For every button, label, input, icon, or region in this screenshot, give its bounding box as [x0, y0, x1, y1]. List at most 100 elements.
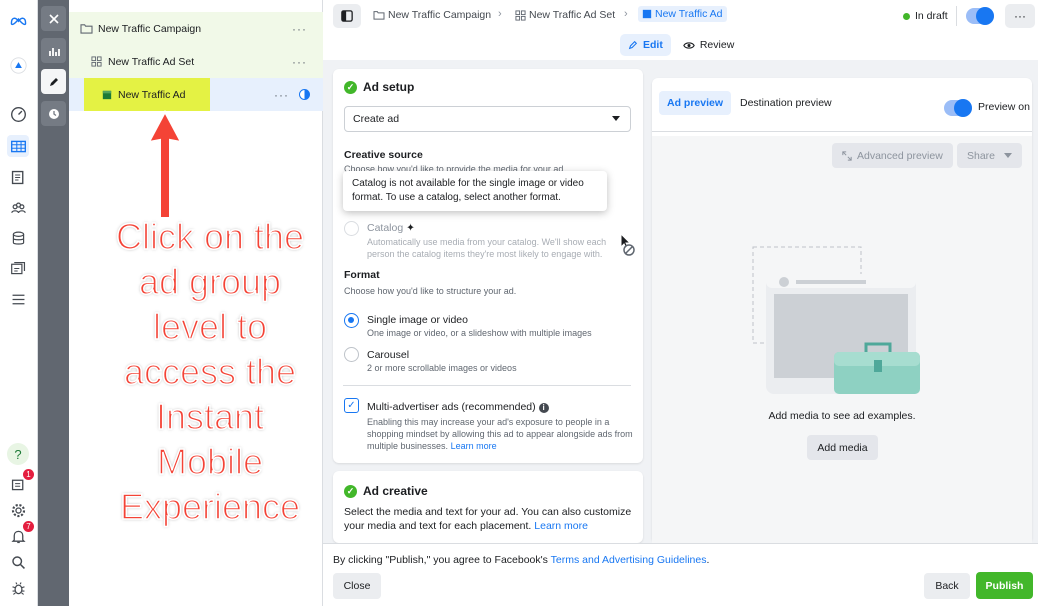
- more-dots-icon: ···: [1014, 9, 1026, 23]
- ad-creative-learn-more-link[interactable]: Learn more: [534, 520, 588, 532]
- create-ad-select[interactable]: Create ad: [344, 106, 631, 132]
- publish-button[interactable]: Publish: [976, 572, 1033, 599]
- edit-review-tabs: Edit Review: [620, 33, 742, 57]
- breadcrumb-campaign[interactable]: New Traffic Campaign: [373, 9, 491, 21]
- preview-on-toggle[interactable]: [944, 99, 972, 117]
- multi-advertiser-option: Multi-advertiser ads (recommended) i: [367, 401, 549, 413]
- header-more-button[interactable]: ···: [1005, 4, 1035, 28]
- format-sub: Choose how you'd like to structure your …: [344, 286, 517, 296]
- empty-preview-text: Add media to see ad examples.: [768, 410, 916, 422]
- breadcrumb-campaign-label: New Traffic Campaign: [388, 9, 492, 21]
- tree-campaign-label: New Traffic Campaign: [98, 22, 202, 35]
- tab-ad-preview[interactable]: Ad preview: [659, 91, 732, 115]
- close-button[interactable]: Close: [333, 573, 381, 599]
- advanced-preview-button[interactable]: Advanced preview: [832, 143, 953, 168]
- notifications-icon[interactable]: 1: [7, 469, 34, 495]
- tab-destination-preview[interactable]: Destination preview: [732, 91, 840, 115]
- alerts-bell-icon[interactable]: 7: [7, 521, 34, 547]
- ad-icon: [102, 90, 112, 99]
- editor-tool-rail: [38, 0, 69, 606]
- toggle-tree-button[interactable]: [333, 4, 361, 28]
- settings-gear-icon[interactable]: [7, 499, 29, 521]
- report-bug-icon[interactable]: [7, 577, 29, 599]
- ads-manager-table-icon[interactable]: [7, 135, 29, 157]
- terms-link[interactable]: Terms and Advertising Guidelines: [551, 554, 707, 566]
- tab-edit-label: Edit: [643, 39, 663, 51]
- edit-mode-button[interactable]: [41, 69, 66, 94]
- editor-header: New Traffic Campaign › New Traffic Ad Se…: [323, 0, 1038, 32]
- share-button[interactable]: Share: [957, 143, 1023, 168]
- creative-source-label: Creative source: [344, 149, 423, 161]
- complete-check-icon: ✓: [344, 80, 357, 94]
- catalog-radio[interactable]: [344, 221, 359, 236]
- media-library-icon[interactable]: [7, 257, 29, 279]
- header-divider: [956, 6, 957, 26]
- add-media-button[interactable]: Add media: [807, 435, 878, 460]
- campaign-more-icon[interactable]: ···: [292, 22, 307, 36]
- breadcrumb-ad-label: New Traffic Ad: [655, 8, 723, 20]
- tree-item-adset[interactable]: New Traffic Ad Set ···: [69, 45, 323, 78]
- empty-preview-illustration: [752, 246, 920, 394]
- single-image-radio[interactable]: [344, 313, 359, 328]
- account-avatar-icon[interactable]: [7, 54, 29, 76]
- audiences-icon[interactable]: [7, 197, 29, 219]
- breadcrumb-adset[interactable]: New Traffic Ad Set: [515, 9, 615, 21]
- info-icon[interactable]: i: [538, 403, 549, 413]
- help-icon[interactable]: ?: [7, 443, 29, 465]
- dashboard-icon[interactable]: [7, 103, 29, 125]
- ad-status-half-icon: [299, 89, 310, 100]
- close-editor-button[interactable]: [41, 6, 66, 31]
- pencil-icon: [628, 40, 638, 50]
- clock-icon: [48, 108, 59, 119]
- back-button[interactable]: Back: [924, 573, 970, 599]
- annotation-text: Click on the ad group level to access th…: [115, 215, 305, 528]
- annotation-arrow-icon: [147, 110, 183, 219]
- carousel-radio[interactable]: [344, 347, 359, 362]
- meta-logo-icon[interactable]: [7, 9, 29, 31]
- tree-ad-label: New Traffic Ad: [118, 88, 186, 101]
- folder-icon: [80, 24, 93, 34]
- format-label: Format: [344, 269, 380, 281]
- all-tools-menu-icon[interactable]: [7, 288, 29, 310]
- pencil-icon: [49, 77, 58, 86]
- grid-icon: [91, 56, 102, 67]
- grid-icon: [515, 9, 526, 21]
- terms-notice: By clicking "Publish," you agree to Face…: [333, 554, 709, 566]
- ad-creative-title-label: Ad creative: [363, 484, 428, 498]
- terms-notice-end: .: [706, 554, 710, 566]
- bar-chart-icon: [48, 47, 60, 56]
- carousel-label: Carousel: [367, 349, 410, 361]
- history-button[interactable]: [41, 101, 66, 126]
- expand-icon: [842, 150, 852, 161]
- tree-ad-highlight[interactable]: New Traffic Ad: [84, 78, 210, 111]
- tab-review-label: Review: [699, 39, 735, 51]
- create-ad-select-value: Create ad: [353, 113, 400, 125]
- search-icon[interactable]: [7, 551, 29, 573]
- tab-review[interactable]: Review: [675, 34, 742, 56]
- ad-icon: [642, 9, 652, 19]
- multi-advertiser-checkbox[interactable]: ✓: [344, 398, 359, 413]
- catalog-label: Catalog: [367, 222, 404, 234]
- tab-edit[interactable]: Edit: [620, 34, 671, 56]
- notifications-badge: 1: [23, 469, 34, 480]
- draft-status-label: In draft: [915, 10, 948, 22]
- multi-advertiser-learn-more-link[interactable]: Learn more: [451, 441, 497, 451]
- breadcrumb-ad[interactable]: New Traffic Ad: [638, 6, 727, 22]
- complete-check-icon: ✓: [344, 484, 357, 498]
- billing-icon[interactable]: [7, 227, 29, 249]
- ad-setup-title-label: Ad setup: [363, 80, 415, 94]
- ad-creative-sub: Select the media and text for your ad. Y…: [344, 505, 634, 533]
- multi-advertiser-sub: Enabling this may increase your ad's exp…: [367, 416, 635, 452]
- ad-more-icon[interactable]: ···: [274, 88, 289, 102]
- reporting-button[interactable]: [41, 38, 66, 63]
- catalog-sub: Automatically use media from your catalo…: [367, 237, 607, 259]
- ad-on-off-toggle[interactable]: [966, 7, 994, 25]
- multi-advertiser-sub-text: Enabling this may increase your ad's exp…: [367, 417, 633, 451]
- pages-icon[interactable]: [7, 166, 29, 188]
- tree-item-ad[interactable]: New Traffic Ad ···: [69, 78, 323, 111]
- breadcrumb-adset-label: New Traffic Ad Set: [529, 9, 616, 21]
- adset-more-icon[interactable]: ···: [292, 55, 307, 69]
- section-divider: [343, 385, 631, 386]
- tree-item-campaign[interactable]: New Traffic Campaign ···: [69, 12, 323, 45]
- single-image-label: Single image or video: [367, 314, 468, 326]
